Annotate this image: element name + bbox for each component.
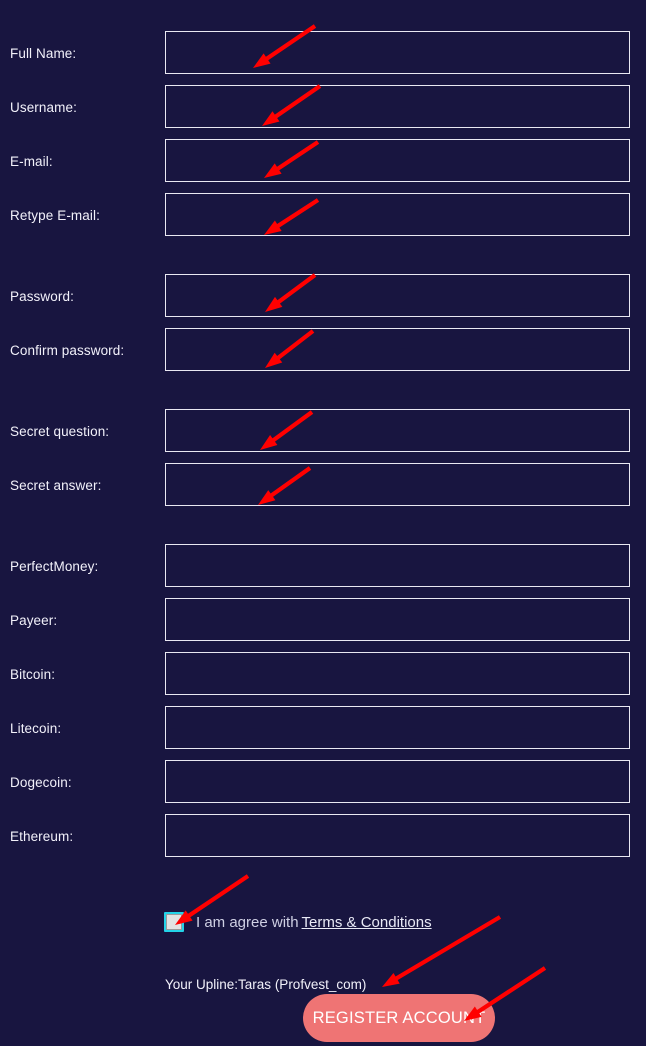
field-input[interactable]: [165, 544, 630, 587]
terms-and-conditions-link[interactable]: Terms & Conditions: [302, 914, 432, 931]
field-label: Ethereum:: [10, 829, 74, 844]
field-input[interactable]: [165, 409, 630, 452]
form-row: Confirm password:: [0, 328, 646, 373]
form-row: Dogecoin:: [0, 760, 646, 805]
form-row: Retype E-mail:: [0, 193, 646, 238]
field-input[interactable]: [165, 85, 630, 128]
form-row: Secret answer:: [0, 463, 646, 508]
form-row: Full Name:: [0, 31, 646, 76]
form-row: Secret question:: [0, 409, 646, 454]
field-input[interactable]: [165, 139, 630, 182]
field-label: Litecoin:: [10, 721, 62, 736]
form-row: PerfectMoney:: [0, 544, 646, 589]
field-label: PerfectMoney:: [10, 559, 99, 574]
field-input[interactable]: [165, 760, 630, 803]
field-input[interactable]: [165, 814, 630, 857]
form-row: E-mail:: [0, 139, 646, 184]
terms-agree-checkbox[interactable]: [164, 912, 184, 932]
field-label: Secret question:: [10, 424, 110, 439]
field-label: Secret answer:: [10, 478, 102, 493]
field-label: Username:: [10, 100, 77, 115]
agreement-label: I am agree with: [196, 914, 299, 931]
agreement-row: I am agree with Terms & Conditions: [0, 908, 646, 938]
field-input[interactable]: [165, 706, 630, 749]
field-input[interactable]: [165, 31, 630, 74]
field-label: Password:: [10, 289, 74, 304]
field-label: Retype E-mail:: [10, 208, 100, 223]
field-label: Dogecoin:: [10, 775, 72, 790]
form-row: Bitcoin:: [0, 652, 646, 697]
field-input[interactable]: [165, 328, 630, 371]
field-input[interactable]: [165, 193, 630, 236]
agreement-text: I am agree with Terms & Conditions: [196, 908, 432, 938]
register-account-button[interactable]: REGISTER ACCOUNT: [303, 994, 495, 1042]
upline-text: Your Upline:Taras (Profvest_com): [165, 977, 367, 992]
form-row: Ethereum:: [0, 814, 646, 859]
field-label: Bitcoin:: [10, 667, 56, 682]
field-input[interactable]: [165, 274, 630, 317]
form-row: Password:: [0, 274, 646, 319]
field-input[interactable]: [165, 598, 630, 641]
field-input[interactable]: [165, 463, 630, 506]
form-row: Payeer:: [0, 598, 646, 643]
field-label: E-mail:: [10, 154, 53, 169]
registration-page: Full Name: Username: E-mail: Retype E-mail:…: [0, 0, 646, 1046]
form-row: Litecoin:: [0, 706, 646, 751]
field-label: Payeer:: [10, 613, 58, 628]
form-row: Username:: [0, 85, 646, 130]
field-input[interactable]: [165, 652, 630, 695]
field-label: Confirm password:: [10, 343, 125, 358]
field-label: Full Name:: [10, 46, 77, 61]
